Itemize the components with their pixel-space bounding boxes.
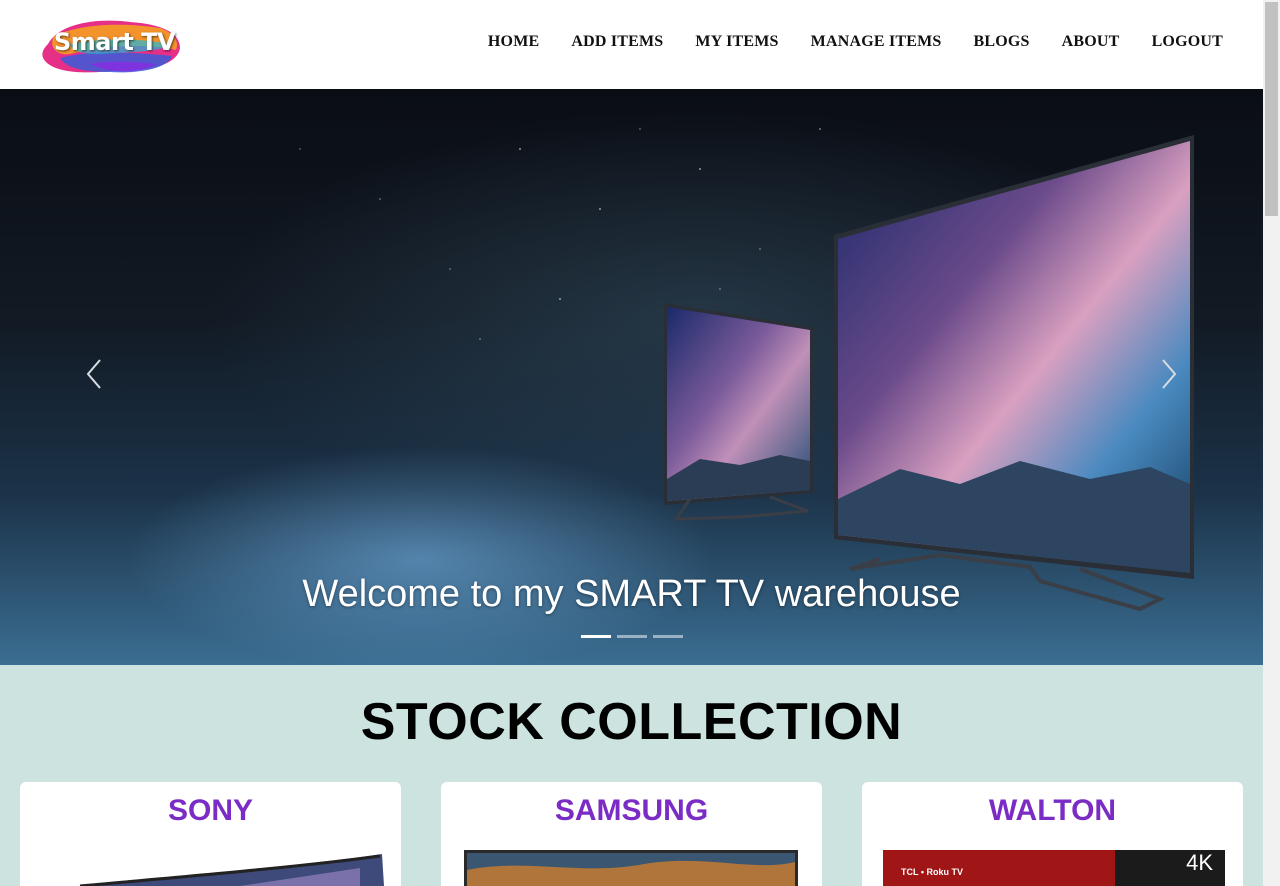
product-card-sony[interactable]: SONY [20, 782, 401, 886]
tv-4k-badge: 4K [1186, 850, 1213, 875]
hero-carousel: Welcome to my SMART TV warehouse [0, 89, 1263, 665]
carousel-indicators [581, 635, 683, 638]
card-brand-title: SAMSUNG [554, 794, 709, 827]
product-card-walton[interactable]: WALTON TCL • Roku TV 4K [862, 782, 1243, 886]
scrollbar-thumb[interactable] [1265, 2, 1278, 216]
main-nav: HOME ADD ITEMS MY ITEMS MANAGE ITEMS BLO… [488, 33, 1223, 51]
card-brand-title: SONY [167, 794, 254, 827]
nav-home[interactable]: HOME [488, 33, 539, 51]
brand-logo[interactable]: Smart TV [40, 14, 186, 80]
nav-logout[interactable]: LOGOUT [1152, 33, 1223, 51]
samsung-tv-image [464, 850, 798, 886]
carousel-prev-button[interactable] [80, 354, 110, 394]
nav-about[interactable]: ABOUT [1062, 33, 1120, 51]
product-card-samsung[interactable]: SAMSUNG [441, 782, 822, 886]
navbar: Smart TV HOME ADD ITEMS MY ITEMS MANAGE … [0, 0, 1263, 89]
logo-text: Smart TV [54, 28, 176, 56]
stock-collection-title: STOCK COLLECTION [360, 693, 903, 751]
page-scrollbar[interactable] [1263, 0, 1280, 886]
carousel-indicator-3[interactable] [653, 635, 683, 638]
nav-blogs[interactable]: BLOGS [974, 33, 1030, 51]
carousel-next-button[interactable] [1153, 354, 1183, 394]
walton-tv-image: TCL • Roku TV 4K [883, 850, 1225, 886]
nav-manage-items[interactable]: MANAGE ITEMS [811, 33, 942, 51]
chevron-left-icon [86, 359, 101, 389]
hero-caption: Welcome to my SMART TV warehouse [302, 573, 961, 615]
carousel-indicator-2[interactable] [617, 635, 647, 638]
tv-image-label: TCL • Roku TV [901, 867, 963, 877]
nav-add-items[interactable]: ADD ITEMS [571, 33, 663, 51]
nav-my-items[interactable]: MY ITEMS [695, 33, 778, 51]
chevron-right-icon [1162, 359, 1177, 389]
sony-tv-image [79, 854, 384, 886]
carousel-indicator-1[interactable] [581, 635, 611, 638]
card-brand-title: WALTON [988, 794, 1117, 827]
